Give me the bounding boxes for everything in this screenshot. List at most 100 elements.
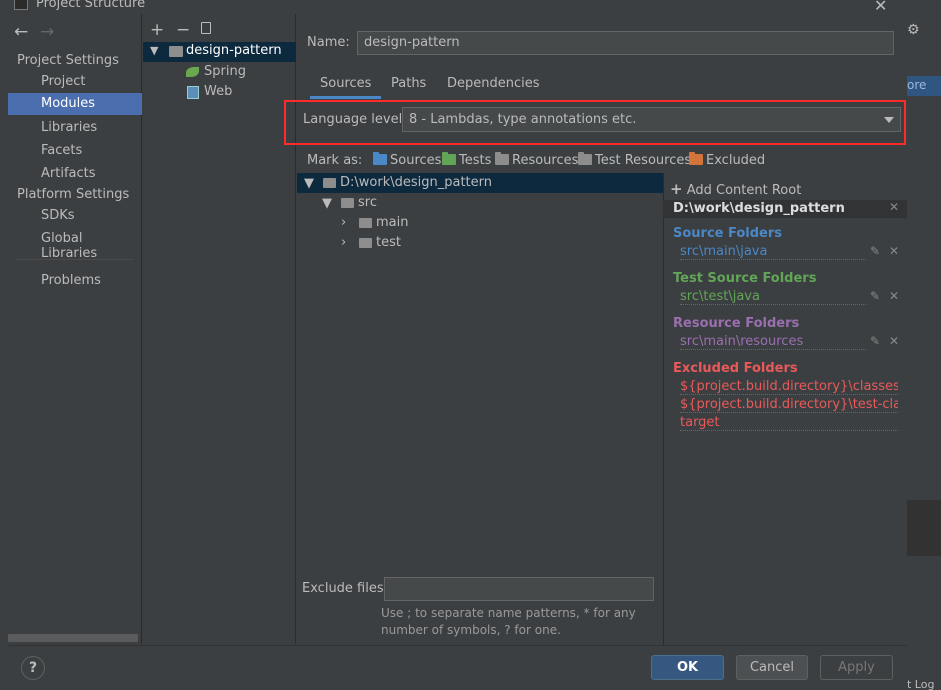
sidebar-item-sdks[interactable]: SDKs <box>8 205 142 227</box>
dialog-title: Project Structure <box>36 0 146 11</box>
content-root-row[interactable]: ▼ D:\work\design_pattern <box>297 173 663 193</box>
module-tree-root[interactable]: ▼ design-pattern <box>143 42 296 62</box>
tab-dependencies[interactable]: Dependencies <box>447 76 540 91</box>
mark-test-resources-label: Test Resources <box>595 153 692 168</box>
mark-as-label: Mark as: <box>307 153 363 168</box>
remove-icon[interactable]: ✕ <box>889 244 899 258</box>
content-tree: ▼ D:\work\design_pattern ▼ src › main › … <box>297 173 663 573</box>
chevron-down-icon[interactable]: ▼ <box>150 44 158 57</box>
background-badge: ore <box>907 76 941 96</box>
plus-icon: + <box>670 180 683 198</box>
copy-icon[interactable] <box>201 22 211 34</box>
add-content-root-label: Add Content Root <box>686 183 802 198</box>
sidebar-item-global-libraries[interactable]: Global Libraries <box>8 228 142 261</box>
add-module-button[interactable]: + <box>150 20 164 40</box>
sidebar-item-modules[interactable]: Modules <box>8 93 142 115</box>
resources-folder-icon <box>495 152 509 165</box>
source-folders-title: Source Folders <box>673 226 783 241</box>
mark-tests-label: Tests <box>459 153 492 168</box>
mark-sources-button[interactable]: Sources <box>373 152 441 168</box>
tab-paths[interactable]: Paths <box>391 76 426 91</box>
sidebar-item-libraries[interactable]: Libraries <box>8 117 142 139</box>
module-list-panel <box>143 14 296 644</box>
content-root-path: D:\work\design_pattern <box>673 201 845 216</box>
resource-folders-title: Resource Folders <box>673 316 800 331</box>
resource-folder-item: src\main\resources <box>680 334 866 350</box>
test-folder-item: src\test\java <box>680 289 866 305</box>
spring-leaf-icon <box>186 67 199 77</box>
ok-button[interactable]: OK <box>651 655 724 680</box>
platform-settings-header: Platform Settings <box>17 187 130 202</box>
app-icon <box>14 0 28 10</box>
source-folder-item: src\main\java <box>680 244 866 260</box>
chevron-right-icon[interactable]: › <box>341 235 346 250</box>
test-resources-folder-icon <box>578 152 592 165</box>
excluded-folder-item: ${project.build.directory}\classes <box>680 379 898 395</box>
excluded-folders-title: Excluded Folders <box>673 361 798 376</box>
module-tree-web[interactable]: Web <box>143 83 296 103</box>
mark-excluded-label: Excluded <box>706 153 766 168</box>
folder-icon <box>359 238 372 248</box>
src-row[interactable]: ▼ src <box>297 193 663 213</box>
module-tree-spring[interactable]: Spring <box>143 63 296 83</box>
chevron-right-icon[interactable]: › <box>341 215 346 230</box>
close-icon[interactable]: ✕ <box>874 0 887 15</box>
module-folder-icon <box>169 46 183 57</box>
edit-icon[interactable]: ✎ <box>870 334 880 348</box>
sidebar-item-project[interactable]: Project <box>8 71 142 93</box>
sidebar-item-artifacts[interactable]: Artifacts <box>8 163 142 185</box>
src-label: src <box>358 195 377 210</box>
sidebar-item-problems[interactable]: Problems <box>8 270 142 292</box>
language-level-select[interactable]: 8 - Lambdas, type annotations etc. <box>402 107 901 132</box>
edit-icon[interactable]: ✎ <box>870 289 880 303</box>
chevron-down-icon[interactable]: ▼ <box>322 196 332 211</box>
module-name: design-pattern <box>186 43 282 58</box>
language-level-label: Language level: <box>303 112 407 127</box>
language-level-value: 8 - Lambdas, type annotations etc. <box>409 112 637 127</box>
gear-icon[interactable]: ⚙ <box>907 22 920 38</box>
remove-root-icon[interactable]: ✕ <box>889 200 899 214</box>
edit-icon[interactable]: ✎ <box>870 244 880 258</box>
test-folders-title: Test Source Folders <box>673 271 817 286</box>
exclude-files-input[interactable] <box>384 577 654 601</box>
sidebar-divider <box>16 259 134 260</box>
chevron-down-icon[interactable]: ▼ <box>304 176 314 191</box>
excluded-folder-item: ${project.build.directory}\test-classes <box>680 397 898 413</box>
help-button[interactable]: ? <box>21 656 45 680</box>
mark-resources-label: Resources <box>512 153 579 168</box>
arrow-left-icon[interactable]: ← <box>14 22 28 42</box>
exclude-files-label: Exclude files: <box>302 581 389 596</box>
tests-folder-icon <box>442 152 456 165</box>
test-label: test <box>376 235 401 250</box>
remove-icon[interactable]: ✕ <box>889 334 899 348</box>
main-row[interactable]: › main <box>297 213 663 233</box>
excluded-folder-item: target <box>680 415 898 431</box>
folder-icon <box>359 218 372 228</box>
mark-resources-button[interactable]: Resources <box>495 152 579 168</box>
cancel-button[interactable]: Cancel <box>736 655 808 680</box>
mark-tests-button[interactable]: Tests <box>442 152 492 168</box>
sidebar-item-facets[interactable]: Facets <box>8 140 142 162</box>
background-ide-right: ore ⚙ t Log <box>907 0 941 690</box>
mark-excluded-button[interactable]: Excluded <box>689 152 766 168</box>
arrow-right-icon[interactable]: → <box>40 22 54 42</box>
dropdown-arrow-icon <box>884 117 894 123</box>
remove-icon[interactable]: ✕ <box>889 289 899 303</box>
facet-web-label: Web <box>204 84 233 99</box>
module-name-input[interactable]: design-pattern <box>357 31 894 55</box>
add-content-root-button[interactable]: + Add Content Root <box>670 180 801 198</box>
content-root-label: D:\work\design_pattern <box>340 175 493 190</box>
mark-test-resources-button[interactable]: Test Resources <box>578 152 692 168</box>
apply-button[interactable]: Apply <box>820 655 893 680</box>
sources-folder-icon <box>373 152 387 165</box>
background-panel <box>907 500 941 556</box>
tab-sources[interactable]: Sources <box>309 76 382 99</box>
web-icon <box>187 86 199 99</box>
background-event-log[interactable]: t Log <box>907 678 934 690</box>
exclude-files-help: Use ; to separate name patterns, * for a… <box>381 606 636 637</box>
name-label: Name: <box>307 35 350 50</box>
sidebar-scrollbar[interactable] <box>8 634 138 642</box>
remove-module-button[interactable]: − <box>176 20 190 40</box>
project-settings-header: Project Settings <box>17 53 119 68</box>
test-row[interactable]: › test <box>297 233 663 253</box>
